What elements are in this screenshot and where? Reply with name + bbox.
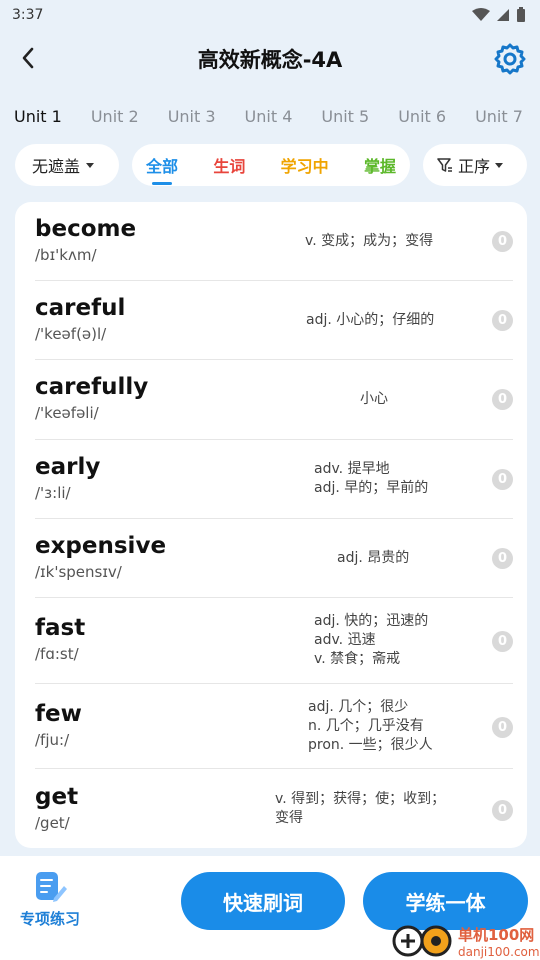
order-select[interactable]: 正序 (423, 144, 527, 186)
list-item[interactable]: early /'ɜ:li/ adv. 提早地 adj. 早的；早前的 0 (35, 440, 513, 519)
meaning-line: adj. 早的；早前的 (314, 480, 429, 496)
watermark-text-cn: 单机100网 (458, 925, 535, 944)
phonetic-text: /ɪk'spensɪv/ (35, 563, 122, 581)
list-item[interactable]: few /fju:/ adj. 几个；很少 n. 几个；几乎没有 pron. 一… (35, 684, 513, 769)
tab-unit-1[interactable]: Unit 1 (14, 107, 62, 126)
phonetic-text: /'ɜ:li/ (35, 484, 71, 502)
cover-mode-label: 无遮盖 (32, 157, 81, 176)
tab-new-words[interactable]: 生词 (213, 153, 245, 177)
watermark-logo-icon (392, 925, 452, 957)
word-text: expensive (35, 533, 167, 559)
tab-unit-4[interactable]: Unit 4 (245, 107, 293, 126)
meaning-line: 变得 (275, 810, 303, 826)
meaning-text: v. 变成；成为；变得 (305, 232, 433, 251)
list-item[interactable]: expensive /ɪk'spensɪv/ adj. 昂贵的 0 (35, 519, 513, 598)
phonetic-text: /'keəf(ə)l/ (35, 325, 107, 343)
caret-down-icon (495, 162, 504, 168)
settings-button[interactable] (492, 41, 528, 77)
watermark: 单机100网 danji100.com (392, 924, 540, 959)
word-text: become (35, 216, 137, 242)
meaning-line: adv. 迅速 (314, 632, 376, 648)
review-count-badge: 0 (492, 717, 513, 738)
caret-down-icon (86, 162, 95, 168)
review-count-badge: 0 (492, 800, 513, 821)
signal-icon (497, 9, 509, 21)
word-text: careful (35, 295, 126, 321)
cover-mode-select[interactable]: 无遮盖 (15, 144, 119, 186)
meaning-text: 小心 (360, 390, 388, 409)
meaning-line: adj. 快的；迅速的 (314, 613, 429, 629)
meaning-line: 小心 (360, 391, 388, 407)
special-practice-label: 专项练习 (19, 910, 80, 928)
meaning-line: adj. 昂贵的 (337, 550, 410, 566)
word-list: become /bɪ'kʌm/ v. 变成；成为；变得 0 careful /'… (15, 202, 527, 848)
watermark-text-en: danji100.com (458, 944, 540, 959)
status-icons (472, 7, 526, 23)
phonetic-text: /fɑ:st/ (35, 645, 79, 663)
back-button[interactable] (14, 44, 42, 72)
meaning-text: adj. 快的；迅速的 adv. 迅速 v. 禁食；斋戒 (314, 612, 428, 669)
battery-icon (517, 7, 525, 22)
meaning-line: pron. 一些；很少人 (308, 737, 433, 753)
review-count-badge: 0 (492, 231, 513, 252)
learn-practice-button[interactable]: 学练一体 (363, 872, 528, 930)
review-count-badge: 0 (492, 389, 513, 410)
review-count-badge: 0 (492, 310, 513, 331)
meaning-text: adj. 小心的；仔细的 (306, 311, 434, 330)
meaning-text: adj. 几个；很少 n. 几个；几乎没有 pron. 一些；很少人 (308, 698, 433, 755)
review-count-badge: 0 (492, 548, 513, 569)
back-arrow-icon (22, 47, 34, 69)
header: 高效新概念-4A (0, 32, 540, 86)
review-count-badge: 0 (492, 631, 513, 652)
meaning-line: v. 得到；获得；使；收到； (275, 791, 446, 807)
review-count-badge: 0 (492, 469, 513, 490)
meaning-text: adj. 昂贵的 (337, 549, 409, 568)
phonetic-text: /'keəfəli/ (35, 404, 99, 422)
word-text: early (35, 454, 101, 480)
phonetic-text: /fju:/ (35, 731, 70, 749)
meaning-text: adv. 提早地 adj. 早的；早前的 (314, 460, 428, 498)
phonetic-text: /get/ (35, 814, 70, 832)
meaning-line: v. 禁食；斋戒 (314, 651, 401, 667)
word-text: get (35, 784, 79, 810)
tab-unit-3[interactable]: Unit 3 (168, 107, 216, 126)
tab-unit-2[interactable]: Unit 2 (91, 107, 139, 126)
special-practice-button[interactable]: 专项练习 (14, 870, 86, 929)
notebook-pen-icon (36, 872, 67, 902)
list-item[interactable]: become /bɪ'kʌm/ v. 变成；成为；变得 0 (35, 202, 513, 281)
filter-row: 无遮盖 全部 生词 学习中 掌握 正序 (0, 144, 540, 188)
meaning-line: adv. 提早地 (314, 461, 390, 477)
meaning-line: adj. 小心的；仔细的 (306, 312, 435, 328)
list-item[interactable]: carefully /'keəfəli/ 小心 0 (35, 360, 513, 440)
gear-icon (494, 43, 526, 75)
list-item[interactable]: careful /'keəf(ə)l/ adj. 小心的；仔细的 0 (35, 281, 513, 360)
list-item[interactable]: get /get/ v. 得到；获得；使；收到； 变得 0 (35, 769, 513, 848)
meaning-line: adj. 几个；很少 (308, 699, 409, 715)
meaning-line: n. 几个；几乎没有 (308, 718, 424, 734)
tab-unit-6[interactable]: Unit 6 (398, 107, 446, 126)
phonetic-text: /bɪ'kʌm/ (35, 246, 97, 264)
status-tabs: 全部 生词 学习中 掌握 (132, 144, 410, 186)
wifi-icon (472, 8, 490, 21)
tab-mastered[interactable]: 掌握 (364, 153, 396, 177)
order-label: 正序 (458, 157, 491, 176)
meaning-text: v. 得到；获得；使；收到； 变得 (275, 790, 445, 828)
filter-icon (437, 158, 452, 172)
quick-review-button[interactable]: 快速刷词 (181, 872, 345, 930)
tab-learning[interactable]: 学习中 (281, 153, 329, 177)
word-text: fast (35, 615, 86, 641)
meaning-line: v. 变成；成为；变得 (305, 233, 434, 249)
tab-all[interactable]: 全部 (146, 153, 178, 177)
status-bar: 3:37 (0, 0, 540, 30)
page-title: 高效新概念-4A (197, 48, 343, 72)
tab-unit-7[interactable]: Unit 7 (475, 107, 523, 126)
unit-tabs: Unit 1 Unit 2 Unit 3 Unit 4 Unit 5 Unit … (0, 96, 540, 136)
word-text: few (35, 701, 82, 727)
tab-unit-5[interactable]: Unit 5 (321, 107, 369, 126)
status-time: 3:37 (12, 7, 44, 23)
list-item[interactable]: fast /fɑ:st/ adj. 快的；迅速的 adv. 迅速 v. 禁食；斋… (35, 598, 513, 684)
word-text: carefully (35, 374, 149, 400)
